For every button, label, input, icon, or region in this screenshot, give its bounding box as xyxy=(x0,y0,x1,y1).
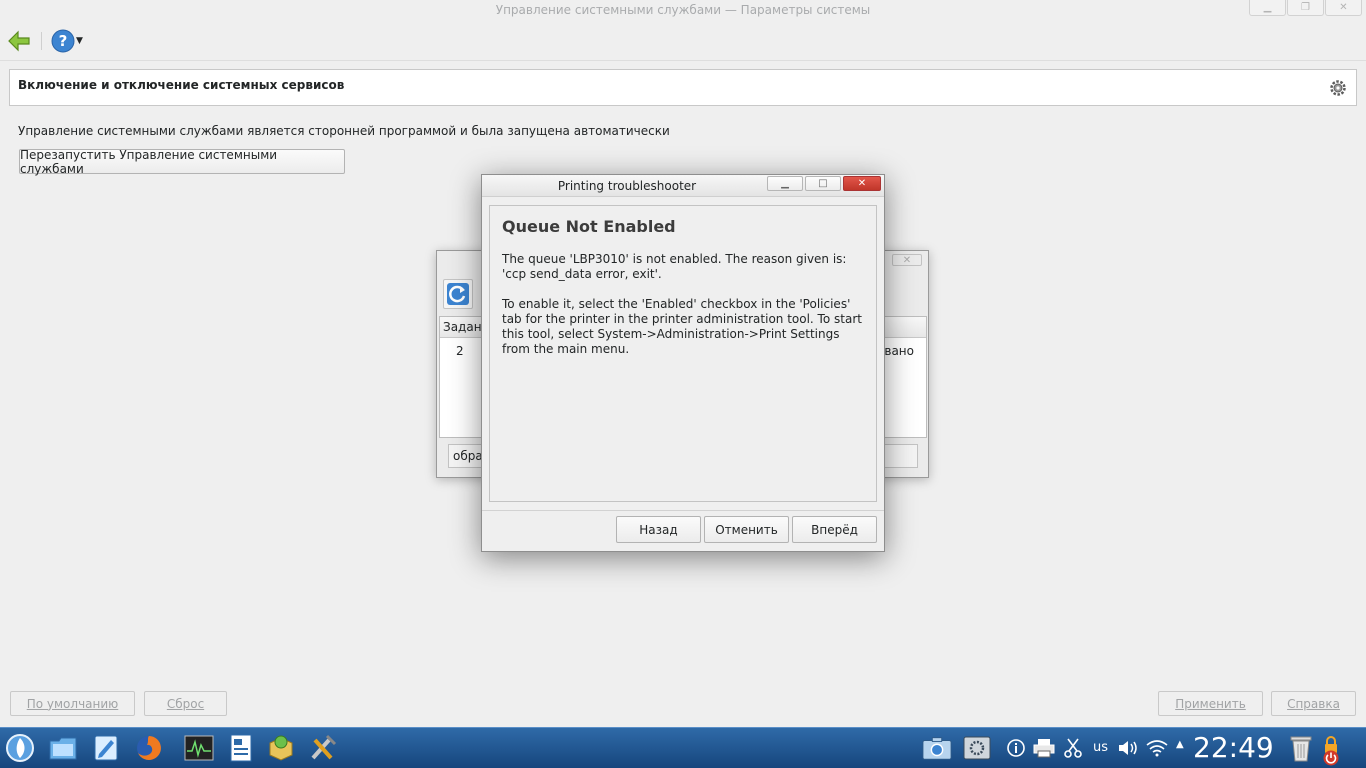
power-icon xyxy=(1323,750,1339,766)
camera-icon xyxy=(922,737,952,760)
restart-services-button[interactable]: Перезапустить Управление системными служ… xyxy=(19,148,345,176)
forward-button[interactable]: Вперёд xyxy=(792,516,877,543)
taskbar-file-manager[interactable] xyxy=(48,732,78,764)
launcher-icon xyxy=(6,734,34,762)
dialog-title: Printing troubleshooter xyxy=(557,179,697,193)
dialog-separator xyxy=(482,510,884,511)
clock[interactable]: 22:49 xyxy=(1193,731,1274,764)
dialog-content: Queue Not Enabled The queue 'LBP3010' is… xyxy=(489,205,877,502)
info-icon xyxy=(1007,739,1025,757)
firefox-icon xyxy=(137,736,161,760)
help-menu-button[interactable]: ? ▼ xyxy=(51,28,83,54)
window-controls: ▁ ❐ ✕ xyxy=(1249,0,1362,16)
restore-icon: ❐ xyxy=(1301,1,1310,13)
troubleshooter-dialog: Printing troubleshooter ▁ □ ✕ Queue Not … xyxy=(481,174,885,552)
close-icon: ✕ xyxy=(1339,1,1348,13)
taskbar-package-manager[interactable] xyxy=(266,732,296,764)
arrow-left-icon xyxy=(8,30,30,52)
tray-printer[interactable] xyxy=(1031,732,1057,764)
tray-volume[interactable] xyxy=(1116,732,1140,764)
toolbar-separator xyxy=(41,32,42,50)
jobs-close-button[interactable]: ✕ xyxy=(892,254,922,266)
close-icon: ✕ xyxy=(857,178,867,189)
application-launcher[interactable] xyxy=(5,732,35,764)
window-title: Управление системными службами — Парамет… xyxy=(495,3,871,17)
help-button[interactable]: Справка xyxy=(1271,691,1356,716)
refresh-icon xyxy=(447,283,469,305)
chevron-down-icon: ▼ xyxy=(76,36,83,46)
cancel-button[interactable]: Отменить xyxy=(704,516,789,543)
defaults-button[interactable]: По умолчанию xyxy=(10,691,135,716)
document-icon xyxy=(230,734,252,762)
gear-icon xyxy=(1330,80,1346,96)
tray-power[interactable] xyxy=(1320,748,1342,768)
module-header: Включение и отключение системных сервисо… xyxy=(9,69,1357,106)
text-editor-icon xyxy=(94,735,118,761)
tray-trash[interactable] xyxy=(1286,732,1316,764)
maximize-icon: □ xyxy=(818,178,828,189)
dialog-minimize-button[interactable]: ▁ xyxy=(767,176,803,191)
minimize-icon: ▁ xyxy=(781,178,789,189)
tray-clipboard[interactable] xyxy=(1061,732,1085,764)
close-button[interactable]: ✕ xyxy=(1325,0,1362,16)
dialog-heading: Queue Not Enabled xyxy=(502,217,676,236)
toolbar: ? ▼ xyxy=(0,21,1366,61)
configure-button[interactable] xyxy=(1329,79,1347,97)
minimize-icon: ▁ xyxy=(1263,1,1272,13)
back-button[interactable] xyxy=(7,28,31,54)
job-status: вано xyxy=(884,344,914,358)
job-number: 2 xyxy=(456,344,464,358)
scissors-icon xyxy=(1064,738,1082,758)
dialog-close-button[interactable]: ✕ xyxy=(843,176,881,191)
maximize-button[interactable]: ❐ xyxy=(1287,0,1324,16)
taskbar-document-viewer[interactable] xyxy=(226,732,256,764)
close-icon: ✕ xyxy=(902,254,912,266)
dialog-reason-text: The queue 'LBP3010' is not enabled. The … xyxy=(502,252,847,281)
help-icon: ? xyxy=(51,29,75,53)
tray-screenshot[interactable] xyxy=(922,732,952,764)
dialog-maximize-button[interactable]: □ xyxy=(805,176,841,191)
tray-expand-icon[interactable]: ▲ xyxy=(1176,739,1184,750)
tools-icon xyxy=(311,734,337,760)
taskbar-firefox[interactable] xyxy=(134,732,164,764)
info-text: Управление системными службами является … xyxy=(18,124,670,138)
back-button[interactable]: Назад xyxy=(616,516,701,543)
tray-notifications[interactable] xyxy=(1004,732,1028,764)
tray-system-settings[interactable] xyxy=(962,732,992,764)
trash-icon xyxy=(1290,736,1312,762)
refresh-button[interactable] xyxy=(443,279,473,309)
system-monitor-icon xyxy=(184,735,214,761)
folder-icon xyxy=(49,737,77,760)
taskbar-system-monitor[interactable] xyxy=(184,732,214,764)
dialog-titlebar: Printing troubleshooter ▁ □ ✕ xyxy=(482,175,884,197)
minimize-button[interactable]: ▁ xyxy=(1249,0,1286,16)
dialog-instructions-text: To enable it, select the 'Enabled' check… xyxy=(502,297,862,356)
svg-text:?: ? xyxy=(59,32,68,50)
window-titlebar: Управление системными службами — Парамет… xyxy=(0,0,1366,21)
printer-icon xyxy=(1033,739,1055,758)
taskbar: us ▲ 22:49 xyxy=(0,727,1366,768)
package-icon xyxy=(269,735,293,761)
settings-icon xyxy=(963,736,991,760)
reset-button[interactable]: Сброс xyxy=(144,691,227,716)
wifi-icon xyxy=(1146,740,1168,757)
taskbar-text-editor[interactable] xyxy=(91,732,121,764)
apply-button[interactable]: Применить xyxy=(1158,691,1263,716)
volume-icon xyxy=(1119,741,1137,755)
keyboard-layout-indicator[interactable]: us xyxy=(1093,740,1108,755)
taskbar-tools[interactable] xyxy=(308,732,338,764)
tray-network[interactable] xyxy=(1145,732,1169,764)
page-title: Включение и отключение системных сервисо… xyxy=(18,78,345,92)
